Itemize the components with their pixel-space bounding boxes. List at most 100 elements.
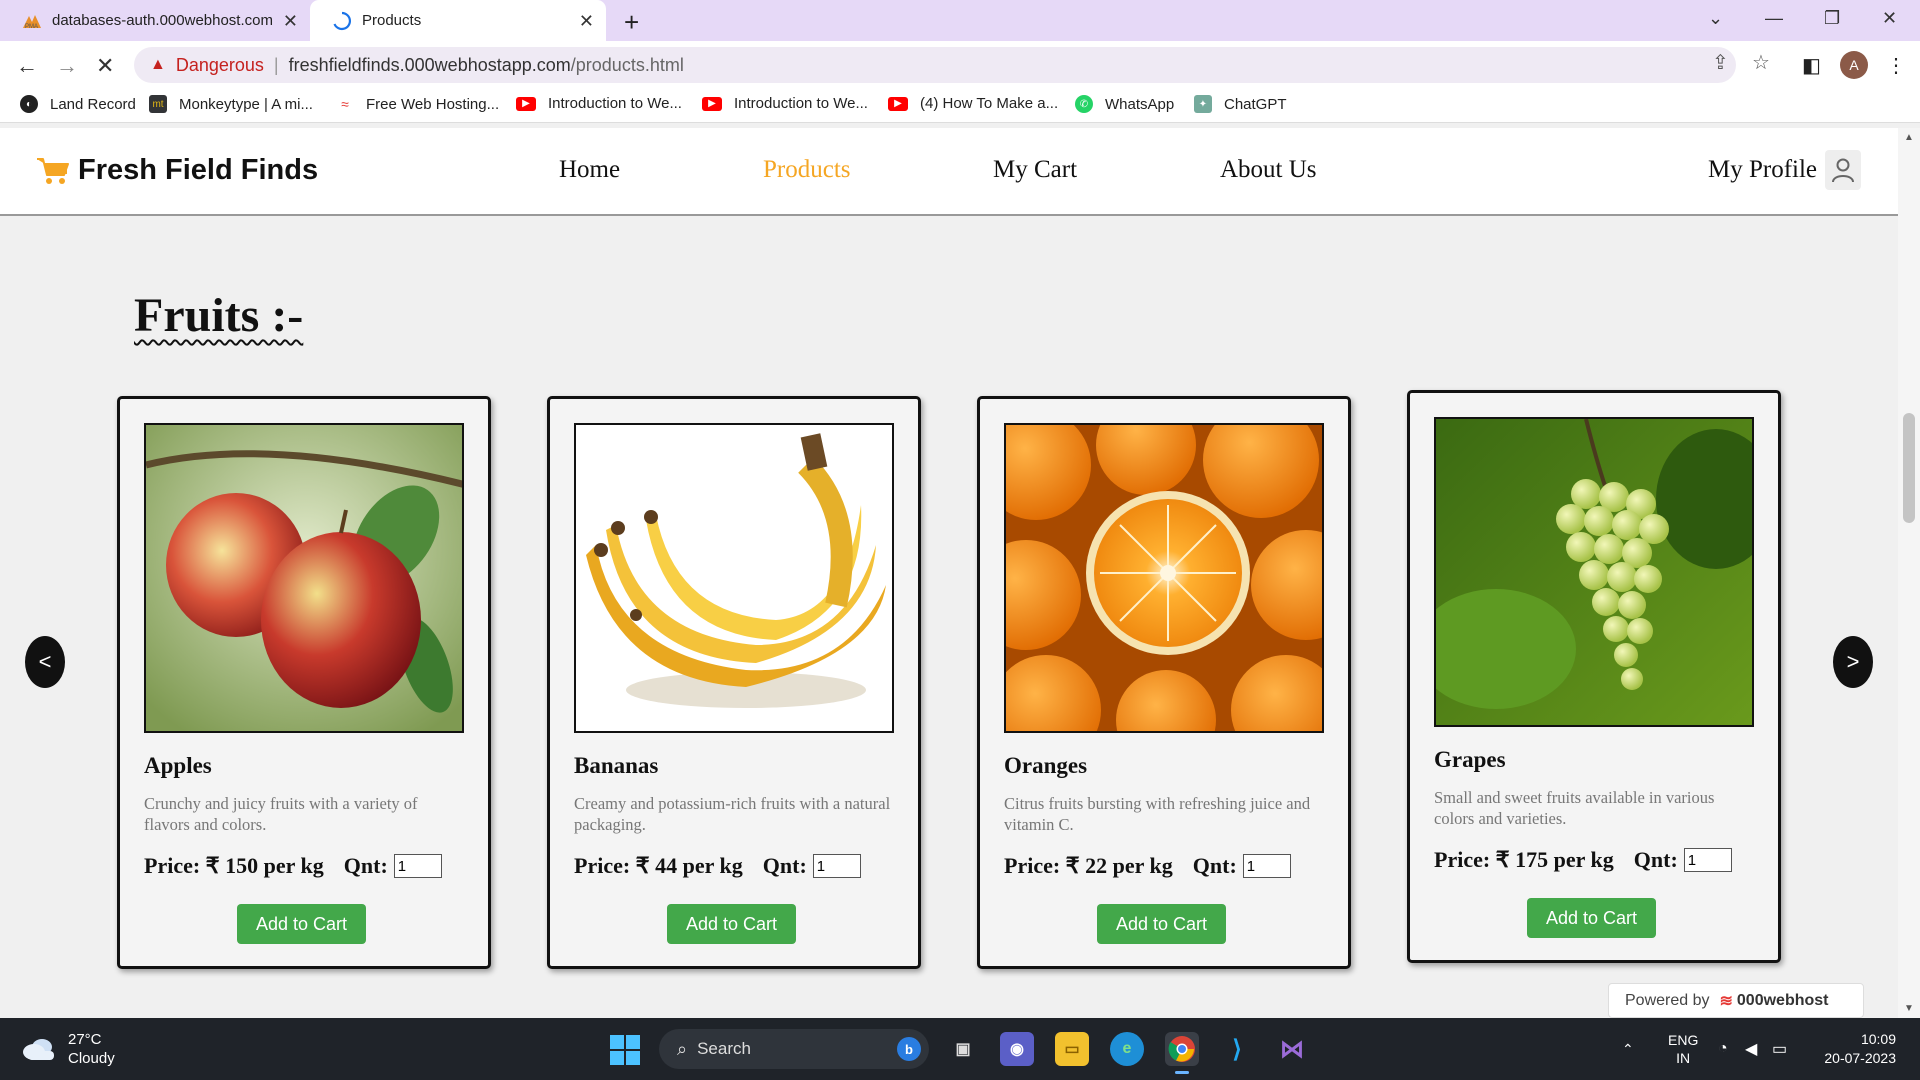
product-card-bananas: Bananas Creamy and potassium-rich fruits…: [547, 396, 921, 969]
weather-condition: Cloudy: [68, 1050, 115, 1067]
profile-avatar[interactable]: A: [1840, 51, 1868, 79]
cloud-icon: [23, 1039, 54, 1060]
apples-image: [144, 423, 464, 733]
page-viewport: Fresh Field Finds Home Products My Cart …: [0, 128, 1898, 1018]
show-hidden-icons-chevron-icon[interactable]: ⌃: [1622, 1018, 1634, 1080]
add-to-cart-button[interactable]: Add to Cart: [667, 904, 796, 944]
search-icon: ⌕: [677, 1038, 688, 1059]
bookmark-chatgpt[interactable]: ✦ ChatGPT: [1194, 95, 1287, 113]
tab-search-chevron-icon[interactable]: ⌄: [1708, 8, 1723, 29]
carousel-prev-button[interactable]: <: [25, 636, 65, 688]
brand-logo[interactable]: Fresh Field Finds: [36, 154, 318, 187]
site-header: Fresh Field Finds Home Products My Cart …: [0, 128, 1898, 216]
volume-icon[interactable]: ◀: [1745, 1018, 1757, 1080]
quantity-label: Qnt:: [343, 853, 388, 878]
close-window-icon[interactable]: ✕: [1882, 8, 1897, 29]
product-name: Oranges: [1004, 753, 1088, 778]
bookmark-whatsapp[interactable]: ✆ WhatsApp: [1075, 95, 1174, 113]
product-price: Price: ₹ 22 per kg: [1004, 853, 1173, 878]
bookmark-free-web-hosting[interactable]: ≈ Free Web Hosting...: [336, 95, 499, 113]
windows-taskbar: 27°C Cloudy ⌕ Search b ▣ ◉ ▭ e ⟩ ⋈ ⌃ ENG…: [0, 1018, 1920, 1080]
add-to-cart-button[interactable]: Add to Cart: [237, 904, 366, 944]
scroll-down-icon[interactable]: ▼: [1904, 1003, 1914, 1014]
battery-icon[interactable]: ▭: [1772, 1018, 1787, 1080]
tab-products[interactable]: Products ✕: [310, 0, 606, 41]
menu-kebab-icon[interactable]: ⋮: [1886, 53, 1906, 78]
product-name: Grapes: [1434, 747, 1506, 772]
quantity-input[interactable]: [1683, 848, 1732, 872]
shopping-cart-icon: [37, 157, 69, 184]
quantity-input[interactable]: [812, 854, 861, 878]
scrollbar-thumb[interactable]: [1903, 413, 1915, 523]
file-explorer-icon[interactable]: ▭: [1055, 1032, 1089, 1066]
teams-icon[interactable]: ◉: [1000, 1032, 1034, 1066]
carousel-next-button[interactable]: >: [1833, 636, 1873, 688]
time: 10:09: [1860, 1031, 1896, 1047]
product-description: Creamy and potassium-rich fruits with a …: [574, 794, 891, 834]
warning-triangle-icon[interactable]: ▲: [150, 56, 166, 74]
add-to-cart-button[interactable]: Add to Cart: [1527, 898, 1656, 938]
chrome-icon[interactable]: [1165, 1032, 1199, 1074]
youtube-icon: ▶: [516, 96, 536, 111]
edge-icon[interactable]: e: [1110, 1032, 1144, 1066]
bing-icon[interactable]: b: [897, 1037, 921, 1061]
price-row: Price: ₹ 22 per kg Qnt:: [1004, 853, 1291, 879]
quantity-input[interactable]: [1242, 854, 1291, 878]
security-status[interactable]: Dangerous: [176, 55, 264, 76]
divider: |: [273, 54, 279, 75]
taskbar-search[interactable]: ⌕ Search b: [659, 1029, 929, 1069]
nav-products[interactable]: Products: [763, 156, 851, 184]
bookmark-introduction-2[interactable]: ▶ Introduction to We...: [702, 95, 868, 112]
minimize-icon[interactable]: —: [1765, 8, 1783, 29]
forward-arrow-icon[interactable]: →: [56, 53, 78, 79]
tab-databases-auth[interactable]: PMA databases-auth.000webhost.com ✕: [0, 0, 310, 41]
oranges-image: [1004, 423, 1324, 733]
share-icon[interactable]: ⇪: [1712, 50, 1729, 75]
page-scrollbar[interactable]: ▲ ▼: [1898, 128, 1920, 1018]
date: 20-07-2023: [1824, 1050, 1896, 1066]
weather-widget[interactable]: 27°C Cloudy: [22, 1030, 115, 1068]
bookmark-introduction-1[interactable]: ▶ Introduction to We...: [516, 95, 682, 112]
product-price: Price: ₹ 44 per kg: [574, 853, 743, 878]
visual-studio-icon[interactable]: ⋈: [1275, 1032, 1309, 1066]
address-bar[interactable]: ▲ Dangerous | freshfieldfinds.000webhost…: [134, 47, 1736, 83]
task-view-icon[interactable]: ▣: [946, 1032, 980, 1066]
browser-tab-strip: PMA databases-auth.000webhost.com ✕ Prod…: [0, 0, 1920, 41]
add-to-cart-button[interactable]: Add to Cart: [1097, 904, 1226, 944]
powered-by-badge[interactable]: Powered by ≋ 000webhost: [1608, 983, 1864, 1018]
loading-spinner-icon: [332, 11, 352, 31]
product-name: Bananas: [574, 753, 659, 778]
side-panel-icon[interactable]: ◧: [1802, 53, 1821, 78]
nav-home[interactable]: Home: [559, 156, 620, 184]
windows-start-icon[interactable]: [610, 1035, 640, 1065]
close-tab-icon[interactable]: ✕: [283, 11, 298, 32]
stop-loading-icon[interactable]: ✕: [96, 53, 114, 79]
product-description: Citrus fruits bursting with refreshing j…: [1004, 794, 1311, 834]
bookmark-star-icon[interactable]: ☆: [1752, 50, 1770, 75]
product-price: Price: ₹ 175 per kg: [1434, 847, 1614, 872]
bookmark-how-to-make[interactable]: ▶ (4) How To Make a...: [888, 95, 1058, 112]
scroll-up-icon[interactable]: ▲: [1904, 132, 1914, 143]
section-title: Fruits :-: [134, 289, 304, 342]
wifi-icon[interactable]: ◔: [1718, 1018, 1728, 1080]
product-description: Crunchy and juicy fruits with a variety …: [144, 794, 418, 834]
close-tab-icon[interactable]: ✕: [579, 11, 594, 32]
bookmarks-bar: ◐ Land Record mt Monkeytype | A mi... ≈ …: [0, 89, 1920, 123]
svg-text:PMA: PMA: [25, 24, 38, 29]
nav-about-us[interactable]: About Us: [1220, 156, 1317, 184]
back-arrow-icon[interactable]: ←: [16, 53, 38, 79]
new-tab-plus-icon[interactable]: +: [624, 7, 639, 38]
nav-my-cart[interactable]: My Cart: [993, 156, 1077, 184]
system-clock[interactable]: 10:09 20-07-2023: [1818, 1030, 1896, 1068]
language-indicator[interactable]: ENG IN: [1668, 1018, 1698, 1080]
quantity-input[interactable]: [393, 854, 442, 878]
bookmark-land-record[interactable]: ◐ Land Record: [20, 95, 136, 113]
quantity-label: Qnt:: [1192, 853, 1237, 878]
vscode-icon[interactable]: ⟩: [1220, 1032, 1254, 1066]
bookmark-monkeytype[interactable]: mt Monkeytype | A mi...: [149, 95, 313, 113]
product-card-grapes: Grapes Small and sweet fruits available …: [1407, 390, 1781, 963]
youtube-icon: ▶: [888, 96, 908, 111]
restore-icon[interactable]: ❐: [1824, 8, 1840, 29]
my-profile-link[interactable]: My Profile: [1708, 150, 1862, 190]
url-text[interactable]: freshfieldfinds.000webhostapp.com/produc…: [289, 55, 684, 76]
